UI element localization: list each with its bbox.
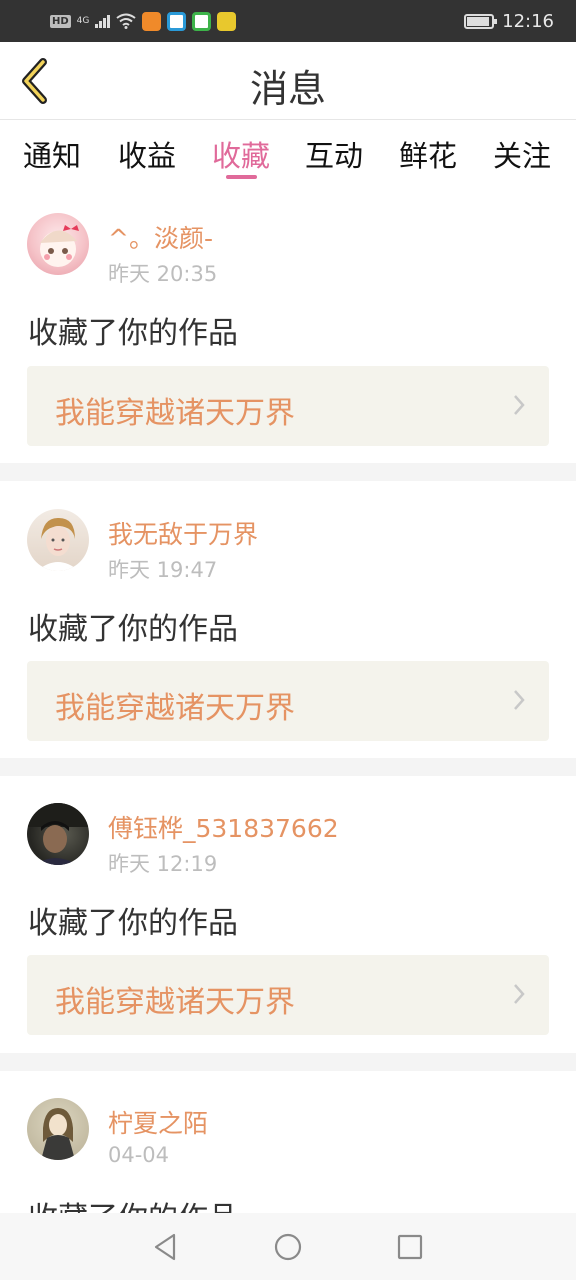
avatar[interactable] — [27, 803, 89, 865]
username[interactable]: 柠夏之陌 — [108, 1104, 208, 1140]
wifi-icon — [116, 13, 136, 29]
status-left: HD 4G — [50, 11, 237, 31]
status-right: 12:16 — [464, 11, 554, 32]
clock: 12:16 — [502, 10, 554, 32]
work-title: 我能穿越诸天万界 — [55, 396, 295, 431]
screen: HD 4G 12:16 消息 通知 收益 收藏 互动 鲜花 关注 ^。淡颜- 昨… — [0, 0, 576, 1280]
avatar[interactable] — [27, 509, 89, 571]
work-link[interactable]: 我能穿越诸天万界 — [27, 366, 549, 446]
list-item: 柠夏之陌 04-04 收藏了你的作品 — [0, 1071, 576, 1213]
list-item: 我无敌于万界 昨天 19:47 收藏了你的作品 我能穿越诸天万界 — [0, 481, 576, 758]
work-link[interactable]: 我能穿越诸天万界 — [27, 661, 549, 741]
list-item: ^。淡颜- 昨天 20:35 收藏了你的作品 我能穿越诸天万界 — [0, 185, 576, 463]
username[interactable]: 我无敌于万界 — [108, 515, 258, 551]
triangle-back-icon[interactable] — [150, 1231, 182, 1263]
action-text: 收藏了你的作品 — [28, 612, 238, 647]
username[interactable]: 傅钰桦_531837662 — [108, 809, 339, 845]
tab-following[interactable]: 关注 — [493, 133, 551, 175]
username[interactable]: ^。淡颜- — [108, 219, 213, 255]
signal-icon — [95, 14, 111, 28]
timestamp: 昨天 19:47 — [108, 558, 218, 582]
timestamp: 04-04 — [108, 1143, 170, 1167]
action-text: 收藏了你的作品 — [28, 906, 238, 941]
avatar-image — [41, 1108, 75, 1160]
app-header: 消息 — [0, 42, 576, 120]
hd-badge: HD — [50, 14, 71, 28]
circle-home-icon[interactable] — [272, 1231, 304, 1263]
work-link[interactable]: 我能穿越诸天万界 — [27, 955, 549, 1035]
tab-notifications[interactable]: 通知 — [23, 133, 81, 175]
avatar[interactable] — [27, 213, 89, 275]
status-bar: HD 4G 12:16 — [0, 0, 576, 42]
divider — [0, 463, 576, 481]
yellow-app-icon — [217, 11, 237, 31]
page-title: 消息 — [249, 67, 326, 111]
tab-earnings[interactable]: 收益 — [118, 133, 176, 175]
tab-interactions[interactable]: 互动 — [305, 133, 363, 175]
avatar-image — [40, 225, 79, 267]
action-text: 收藏了你的作品 — [28, 316, 238, 351]
chevron-right-icon — [514, 690, 525, 710]
message-list[interactable]: ^。淡颜- 昨天 20:35 收藏了你的作品 我能穿越诸天万界 我无敌于万界 昨… — [0, 185, 576, 1213]
tab-favorites[interactable]: 收藏 — [212, 133, 270, 175]
uc-browser-icon — [142, 11, 162, 31]
avatar-image — [27, 803, 89, 865]
avatar[interactable] — [27, 1098, 89, 1160]
divider — [0, 1053, 576, 1071]
work-title: 我能穿越诸天万界 — [55, 691, 295, 726]
chevron-right-icon — [514, 984, 525, 1004]
action-text: 收藏了你的作品 — [28, 1193, 238, 1213]
battery-icon — [464, 13, 498, 29]
tab-bar: 通知 收益 收藏 互动 鲜花 关注 — [0, 121, 576, 185]
square-recents-icon[interactable] — [394, 1231, 426, 1263]
timestamp: 昨天 12:19 — [108, 852, 218, 876]
tab-flowers[interactable]: 鲜花 — [399, 133, 457, 175]
avatar-image — [37, 517, 79, 571]
active-tab-indicator — [226, 175, 257, 179]
list-item: 傅钰桦_531837662 昨天 12:19 收藏了你的作品 我能穿越诸天万界 — [0, 776, 576, 1053]
divider — [0, 758, 576, 776]
green-app-icon — [192, 11, 212, 31]
network-type: 4G — [76, 15, 90, 26]
system-nav-bar — [0, 1213, 576, 1280]
work-title: 我能穿越诸天万界 — [55, 985, 295, 1020]
timestamp: 昨天 20:35 — [108, 262, 218, 286]
chevron-right-icon — [514, 395, 525, 415]
360-icon — [167, 11, 187, 31]
